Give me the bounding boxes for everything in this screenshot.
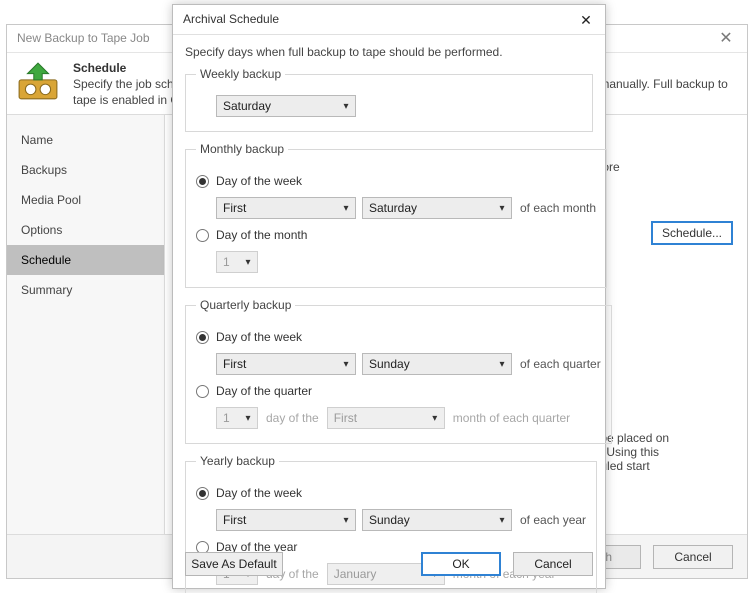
close-icon[interactable]: ✕ (711, 28, 741, 50)
close-icon[interactable]: ✕ (571, 9, 601, 31)
chevron-down-icon: ▾ (426, 413, 444, 424)
quarterly-ordinal-combo[interactable]: First ▾ (216, 353, 356, 375)
quarterly-legend: Quarterly backup (196, 298, 295, 312)
chevron-down-icon: ▾ (239, 413, 257, 424)
wizard-nav: Name Backups Media Pool Options Schedule… (7, 115, 165, 534)
chevron-down-icon: ▾ (337, 359, 355, 370)
monthly-dow-label: Day of the week (216, 174, 302, 188)
yearly-legend: Yearly backup (196, 454, 279, 468)
yearly-day-combo[interactable]: Sunday ▾ (362, 509, 512, 531)
quarterly-dow-label: Day of the week (216, 330, 302, 344)
quarterly-ordinal-value: First (217, 357, 337, 371)
nav-item-name[interactable]: Name (7, 125, 164, 155)
quarterly-doq-radio[interactable] (196, 385, 209, 398)
monthly-dom-label: Day of the month (216, 228, 307, 242)
nav-item-summary[interactable]: Summary (7, 275, 164, 305)
dialog-description: Specify days when full backup to tape sh… (185, 45, 593, 59)
save-as-default-button[interactable]: Save As Default (185, 552, 283, 576)
schedule-icon (17, 61, 59, 103)
weekly-day-combo[interactable]: Saturday ▾ (216, 95, 356, 117)
chevron-down-icon: ▾ (239, 257, 257, 268)
weekly-backup-group: Weekly backup Saturday ▾ (185, 67, 593, 132)
dialog-titlebar: Archival Schedule ✕ (173, 5, 605, 35)
dialog-button-bar: Save As Default OK Cancel (185, 552, 593, 578)
nav-item-options[interactable]: Options (7, 215, 164, 245)
yearly-ordinal-value: First (217, 513, 337, 527)
monthly-ordinal-value: First (217, 201, 337, 215)
monthly-dom-radio[interactable] (196, 229, 209, 242)
schedule-button[interactable]: Schedule... (651, 221, 733, 245)
yearly-ordinal-combo[interactable]: First ▾ (216, 509, 356, 531)
monthly-ordinal-combo[interactable]: First ▾ (216, 197, 356, 219)
chevron-down-icon: ▾ (493, 515, 511, 526)
yearly-dow-radio[interactable] (196, 487, 209, 500)
quarterly-doq-month-combo[interactable]: First ▾ (327, 407, 445, 429)
chevron-down-icon: ▾ (493, 203, 511, 214)
quarterly-doq-month-value: First (328, 411, 426, 425)
yearly-day-value: Sunday (363, 513, 493, 527)
quarterly-dow-tail: of each quarter (520, 357, 601, 371)
quarterly-doq-day-value: 1 (217, 411, 239, 425)
quarterly-backup-group: Quarterly backup Day of the week First ▾… (185, 298, 612, 444)
quarterly-day-combo[interactable]: Sunday ▾ (362, 353, 512, 375)
quarterly-doq-mid: day of the (266, 411, 319, 425)
dialog-title-text: Archival Schedule (183, 12, 279, 26)
monthly-day-combo[interactable]: Saturday ▾ (362, 197, 512, 219)
monthly-backup-group: Monthly backup Day of the week First ▾ S… (185, 142, 607, 288)
cancel-button[interactable]: Cancel (513, 552, 593, 576)
quarterly-day-value: Sunday (363, 357, 493, 371)
monthly-legend: Monthly backup (196, 142, 288, 156)
quarterly-doq-label: Day of the quarter (216, 384, 312, 398)
ok-button[interactable]: OK (421, 552, 501, 576)
quarterly-doq-tail: month of each quarter (453, 411, 570, 425)
nav-item-schedule[interactable]: Schedule (7, 245, 164, 275)
monthly-dow-tail: of each month (520, 201, 596, 215)
nav-item-backups[interactable]: Backups (7, 155, 164, 185)
chevron-down-icon: ▾ (337, 515, 355, 526)
archival-schedule-dialog: Archival Schedule ✕ Specify days when fu… (172, 4, 606, 589)
quarterly-dow-radio[interactable] (196, 331, 209, 344)
monthly-dom-combo[interactable]: 1 ▾ (216, 251, 258, 273)
monthly-dow-radio[interactable] (196, 175, 209, 188)
quarterly-doq-day-combo[interactable]: 1 ▾ (216, 407, 258, 429)
weekly-legend: Weekly backup (196, 67, 285, 81)
chevron-down-icon: ▾ (493, 359, 511, 370)
cancel-button[interactable]: Cancel (653, 545, 733, 569)
yearly-dow-tail: of each year (520, 513, 586, 527)
monthly-dom-value: 1 (217, 255, 239, 269)
chevron-down-icon: ▾ (337, 203, 355, 214)
wizard-title-text: New Backup to Tape Job (17, 31, 150, 45)
weekly-day-value: Saturday (217, 99, 337, 113)
nav-item-media-pool[interactable]: Media Pool (7, 185, 164, 215)
monthly-day-value: Saturday (363, 201, 493, 215)
chevron-down-icon: ▾ (337, 101, 355, 112)
yearly-dow-label: Day of the week (216, 486, 302, 500)
